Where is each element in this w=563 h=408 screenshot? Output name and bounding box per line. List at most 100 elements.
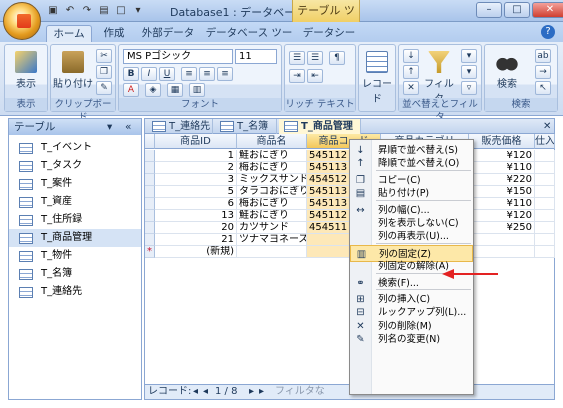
row-selector[interactable] (145, 198, 155, 210)
redo-icon[interactable]: ↷ (80, 4, 94, 18)
table-cell[interactable]: ツナマヨネーズ (237, 234, 307, 246)
row-selector[interactable] (145, 162, 155, 174)
advanced-filter-icon[interactable]: ▾ (461, 65, 477, 79)
outdent-icon[interactable]: ⇤ (307, 69, 323, 83)
column-header[interactable]: 商品ID (155, 134, 237, 149)
save-icon[interactable]: ▣ (46, 4, 60, 18)
dropdown-icon[interactable]: ▾ (131, 4, 145, 18)
prev-record-button[interactable]: ◂ (203, 385, 208, 399)
column-header[interactable]: 商品名 (237, 134, 307, 149)
nav-item-property[interactable]: T_物件 (9, 247, 141, 265)
align-left-icon[interactable]: ≡ (181, 67, 197, 81)
font-color-icon[interactable]: A (123, 83, 139, 97)
table-cell[interactable] (237, 246, 307, 258)
nav-dropdown-icon[interactable]: ▾ (107, 119, 112, 135)
row-selector[interactable] (145, 186, 155, 198)
table-cell[interactable]: ¥120 (469, 210, 535, 222)
sort-desc-icon[interactable]: ↑ (403, 65, 419, 79)
row-selector[interactable] (145, 222, 155, 234)
office-button[interactable] (3, 2, 41, 40)
column-header[interactable]: 販売価格 (469, 134, 535, 149)
close-tab-icon[interactable]: ✕ (543, 119, 551, 134)
table-cell[interactable]: 5 (155, 186, 237, 198)
table-cell[interactable]: 鮭おにぎり (237, 150, 307, 162)
tab-external-data[interactable]: 外部データ (136, 25, 200, 42)
tab-create[interactable]: 作成 (94, 25, 134, 42)
doc-tab-contact[interactable]: T_連絡先 (147, 119, 213, 134)
font-name-select[interactable]: MS Pゴシック (123, 49, 233, 64)
row-selector[interactable] (145, 234, 155, 246)
last-record-button[interactable]: ▸ (259, 385, 264, 399)
row-selector[interactable] (145, 150, 155, 162)
table-cell[interactable] (535, 186, 555, 198)
table-cell[interactable]: 13 (155, 210, 237, 222)
table-cell[interactable] (535, 210, 555, 222)
table-cell[interactable] (535, 246, 555, 258)
nav-item-task[interactable]: T_タスク (9, 157, 141, 175)
table-cell[interactable]: 3 (155, 174, 237, 186)
nav-item-product[interactable]: T_商品管理 (9, 229, 141, 247)
new-icon[interactable]: □ (114, 4, 128, 18)
table-cell[interactable]: ¥110 (469, 162, 535, 174)
nav-item-asset[interactable]: T_資産 (9, 193, 141, 211)
close-button[interactable]: ✕ (532, 2, 563, 18)
fill-color-icon[interactable]: ◈ (145, 83, 161, 97)
help-icon[interactable]: ? (541, 25, 555, 39)
select-icon[interactable]: ↖ (535, 81, 551, 95)
table-cell[interactable] (535, 150, 555, 162)
align-right-icon[interactable]: ≡ (217, 67, 233, 81)
nav-item-address[interactable]: T_住所録 (9, 211, 141, 229)
table-cell[interactable] (535, 234, 555, 246)
table-cell[interactable] (535, 162, 555, 174)
row-selector[interactable] (145, 210, 155, 222)
view-button[interactable]: 表示 (7, 51, 45, 90)
table-cell[interactable] (535, 222, 555, 234)
table-cell[interactable] (535, 198, 555, 210)
tab-database-tools[interactable]: データベース ツール (202, 25, 296, 56)
copy-icon[interactable]: ❐ (96, 65, 112, 79)
table-cell[interactable]: ¥220 (469, 174, 535, 186)
selection-filter-icon[interactable]: ▾ (461, 49, 477, 63)
tab-home[interactable]: ホーム (46, 25, 92, 42)
table-cell[interactable] (535, 174, 555, 186)
table-cell[interactable]: ミックスサンド (237, 174, 307, 186)
undo-icon[interactable]: ↶ (63, 4, 77, 18)
table-cell[interactable]: ¥110 (469, 198, 535, 210)
table-cell[interactable]: ¥120 (469, 150, 535, 162)
table-cell[interactable]: 鮭おにぎり (237, 210, 307, 222)
italic-button[interactable]: I (141, 67, 157, 81)
format-painter-icon[interactable]: ✎ (96, 81, 112, 95)
next-record-button[interactable]: ▸ (249, 385, 254, 399)
underline-button[interactable]: U (159, 67, 175, 81)
doc-tab-product[interactable]: T_商品管理 (279, 119, 361, 134)
row-selector[interactable] (145, 174, 155, 186)
find-button[interactable]: 検索 (487, 51, 527, 90)
gridlines-icon[interactable]: ▦ (167, 83, 183, 97)
table-cell[interactable]: 20 (155, 222, 237, 234)
tab-datasheet[interactable]: データシート (300, 25, 358, 56)
nav-pane-header[interactable]: テーブル ▾ « (9, 119, 141, 135)
table-cell[interactable] (469, 246, 535, 258)
indent-icon[interactable]: ⇥ (289, 69, 305, 83)
sort-asc-icon[interactable]: ↓ (403, 49, 419, 63)
text-direction-icon[interactable]: ¶ (329, 51, 345, 65)
first-record-button[interactable]: ◂ (193, 385, 198, 399)
menu-item[interactable]: ✎ 列名の変更(N) (350, 331, 473, 348)
table-cell[interactable]: タラコおにぎり (237, 186, 307, 198)
table-cell[interactable]: 6 (155, 198, 237, 210)
clear-sort-icon[interactable]: ✕ (403, 81, 419, 95)
records-button[interactable]: レコード (359, 51, 395, 105)
table-cell[interactable]: 梅おにぎり (237, 162, 307, 174)
column-header[interactable]: 仕入 (535, 134, 555, 149)
table-cell[interactable]: 2 (155, 162, 237, 174)
record-position[interactable]: 1 / 8 (215, 385, 237, 399)
bold-button[interactable]: B (123, 67, 139, 81)
toggle-filter-icon[interactable]: ▿ (461, 81, 477, 95)
nav-item-event[interactable]: T_イベント (9, 139, 141, 157)
font-size-select[interactable]: 11 (235, 49, 277, 64)
filter-status[interactable]: フィルタな (275, 385, 325, 399)
number-list-icon[interactable]: ☰ (307, 51, 323, 65)
maximize-button[interactable]: □ (504, 2, 530, 18)
nav-collapse-icon[interactable]: « (125, 119, 131, 135)
nav-item-roster[interactable]: T_名簿 (9, 265, 141, 283)
